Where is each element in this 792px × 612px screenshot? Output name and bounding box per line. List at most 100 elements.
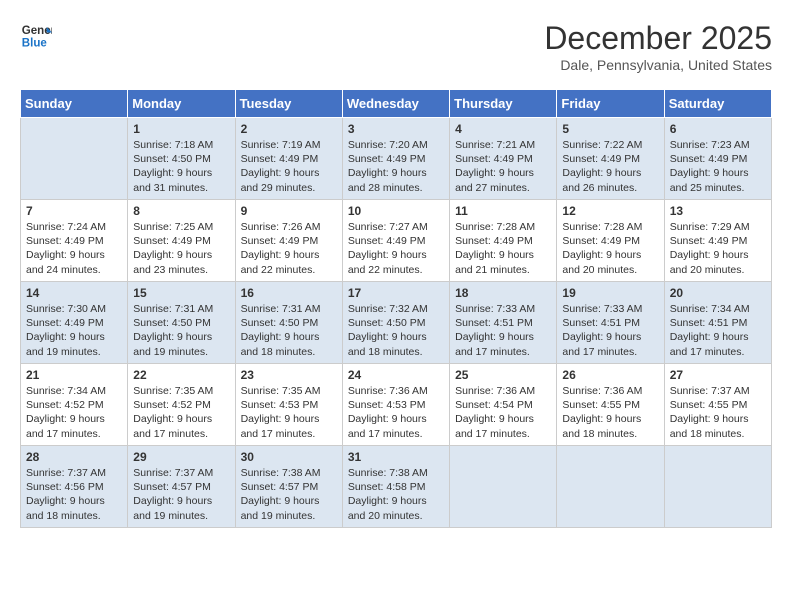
cell-content: Sunrise: 7:31 AM Sunset: 4:50 PM Dayligh… (241, 302, 337, 359)
cell-content: Sunrise: 7:37 AM Sunset: 4:57 PM Dayligh… (133, 466, 229, 523)
day-number: 27 (670, 368, 766, 382)
calendar-cell: 4 Sunrise: 7:21 AM Sunset: 4:49 PM Daylig… (450, 118, 557, 200)
cell-content: Sunrise: 7:21 AM Sunset: 4:49 PM Dayligh… (455, 138, 551, 195)
calendar-cell: 31 Sunrise: 7:38 AM Sunset: 4:58 PM Dayli… (342, 446, 449, 528)
day-header-wednesday: Wednesday (342, 90, 449, 118)
cell-content: Sunrise: 7:35 AM Sunset: 4:52 PM Dayligh… (133, 384, 229, 441)
day-number: 24 (348, 368, 444, 382)
day-header-tuesday: Tuesday (235, 90, 342, 118)
day-number: 31 (348, 450, 444, 464)
day-number: 23 (241, 368, 337, 382)
cell-content: Sunrise: 7:28 AM Sunset: 4:49 PM Dayligh… (562, 220, 658, 277)
calendar-cell: 10 Sunrise: 7:27 AM Sunset: 4:49 PM Dayli… (342, 200, 449, 282)
calendar-cell: 2 Sunrise: 7:19 AM Sunset: 4:49 PM Daylig… (235, 118, 342, 200)
cell-content: Sunrise: 7:33 AM Sunset: 4:51 PM Dayligh… (562, 302, 658, 359)
cell-content: Sunrise: 7:36 AM Sunset: 4:55 PM Dayligh… (562, 384, 658, 441)
day-number: 10 (348, 204, 444, 218)
cell-content: Sunrise: 7:28 AM Sunset: 4:49 PM Dayligh… (455, 220, 551, 277)
week-row: 1 Sunrise: 7:18 AM Sunset: 4:50 PM Daylig… (21, 118, 772, 200)
cell-content: Sunrise: 7:36 AM Sunset: 4:54 PM Dayligh… (455, 384, 551, 441)
cell-content: Sunrise: 7:18 AM Sunset: 4:50 PM Dayligh… (133, 138, 229, 195)
day-number: 21 (26, 368, 122, 382)
cell-content: Sunrise: 7:38 AM Sunset: 4:57 PM Dayligh… (241, 466, 337, 523)
cell-content: Sunrise: 7:19 AM Sunset: 4:49 PM Dayligh… (241, 138, 337, 195)
day-number: 13 (670, 204, 766, 218)
calendar-table: SundayMondayTuesdayWednesdayThursdayFrid… (20, 89, 772, 528)
calendar-cell: 29 Sunrise: 7:37 AM Sunset: 4:57 PM Dayli… (128, 446, 235, 528)
day-number: 5 (562, 122, 658, 136)
cell-content: Sunrise: 7:34 AM Sunset: 4:52 PM Dayligh… (26, 384, 122, 441)
cell-content: Sunrise: 7:33 AM Sunset: 4:51 PM Dayligh… (455, 302, 551, 359)
cell-content: Sunrise: 7:37 AM Sunset: 4:55 PM Dayligh… (670, 384, 766, 441)
day-number: 22 (133, 368, 229, 382)
day-number: 1 (133, 122, 229, 136)
day-number: 14 (26, 286, 122, 300)
week-row: 14 Sunrise: 7:30 AM Sunset: 4:49 PM Dayli… (21, 282, 772, 364)
calendar-cell: 19Sunrise: 7:33 AM Sunset: 4:51 PM Dayli… (557, 282, 664, 364)
day-number: 3 (348, 122, 444, 136)
title-block: December 2025 Dale, Pennsylvania, United… (544, 20, 772, 73)
day-number: 15 (133, 286, 229, 300)
cell-content: Sunrise: 7:32 AM Sunset: 4:50 PM Dayligh… (348, 302, 444, 359)
day-number: 7 (26, 204, 122, 218)
week-row: 28Sunrise: 7:37 AM Sunset: 4:56 PM Dayli… (21, 446, 772, 528)
calendar-cell: 16 Sunrise: 7:31 AM Sunset: 4:50 PM Dayli… (235, 282, 342, 364)
day-header-thursday: Thursday (450, 90, 557, 118)
day-number: 2 (241, 122, 337, 136)
calendar-cell: 26 Sunrise: 7:36 AM Sunset: 4:55 PM Dayli… (557, 364, 664, 446)
day-number: 17 (348, 286, 444, 300)
day-number: 30 (241, 450, 337, 464)
day-number: 26 (562, 368, 658, 382)
week-row: 21 Sunrise: 7:34 AM Sunset: 4:52 PM Dayli… (21, 364, 772, 446)
day-number: 9 (241, 204, 337, 218)
day-header-friday: Friday (557, 90, 664, 118)
cell-content: Sunrise: 7:26 AM Sunset: 4:49 PM Dayligh… (241, 220, 337, 277)
location-label: Dale, Pennsylvania, United States (544, 57, 772, 73)
day-header-saturday: Saturday (664, 90, 771, 118)
day-number: 11 (455, 204, 551, 218)
day-number: 4 (455, 122, 551, 136)
calendar-cell: 30 Sunrise: 7:38 AM Sunset: 4:57 PM Dayli… (235, 446, 342, 528)
calendar-cell (557, 446, 664, 528)
page-header: General Blue December 2025 Dale, Pennsyl… (20, 20, 772, 73)
calendar-cell: 14 Sunrise: 7:30 AM Sunset: 4:49 PM Dayli… (21, 282, 128, 364)
cell-content: Sunrise: 7:35 AM Sunset: 4:53 PM Dayligh… (241, 384, 337, 441)
calendar-cell: 3 Sunrise: 7:20 AM Sunset: 4:49 PM Daylig… (342, 118, 449, 200)
calendar-cell: 5 Sunrise: 7:22 AM Sunset: 4:49 PM Daylig… (557, 118, 664, 200)
cell-content: Sunrise: 7:30 AM Sunset: 4:49 PM Dayligh… (26, 302, 122, 359)
day-number: 16 (241, 286, 337, 300)
cell-content: Sunrise: 7:29 AM Sunset: 4:49 PM Dayligh… (670, 220, 766, 277)
day-header-monday: Monday (128, 90, 235, 118)
day-number: 18 (455, 286, 551, 300)
calendar-cell: 15 Sunrise: 7:31 AM Sunset: 4:50 PM Dayli… (128, 282, 235, 364)
calendar-cell (664, 446, 771, 528)
day-number: 20 (670, 286, 766, 300)
calendar-header: SundayMondayTuesdayWednesdayThursdayFrid… (21, 90, 772, 118)
cell-content: Sunrise: 7:25 AM Sunset: 4:49 PM Dayligh… (133, 220, 229, 277)
calendar-cell: 28Sunrise: 7:37 AM Sunset: 4:56 PM Dayli… (21, 446, 128, 528)
calendar-cell: 13 Sunrise: 7:29 AM Sunset: 4:49 PM Dayli… (664, 200, 771, 282)
calendar-cell: 20Sunrise: 7:34 AM Sunset: 4:51 PM Dayli… (664, 282, 771, 364)
calendar-cell: 6Sunrise: 7:23 AM Sunset: 4:49 PM Daylig… (664, 118, 771, 200)
calendar-cell: 24 Sunrise: 7:36 AM Sunset: 4:53 PM Dayli… (342, 364, 449, 446)
cell-content: Sunrise: 7:22 AM Sunset: 4:49 PM Dayligh… (562, 138, 658, 195)
day-number: 28 (26, 450, 122, 464)
day-number: 29 (133, 450, 229, 464)
week-row: 7Sunrise: 7:24 AM Sunset: 4:49 PM Daylig… (21, 200, 772, 282)
calendar-cell: 7Sunrise: 7:24 AM Sunset: 4:49 PM Daylig… (21, 200, 128, 282)
calendar-cell (21, 118, 128, 200)
logo: General Blue (20, 20, 52, 52)
cell-content: Sunrise: 7:38 AM Sunset: 4:58 PM Dayligh… (348, 466, 444, 523)
calendar-cell: 1 Sunrise: 7:18 AM Sunset: 4:50 PM Daylig… (128, 118, 235, 200)
calendar-cell: 17 Sunrise: 7:32 AM Sunset: 4:50 PM Dayli… (342, 282, 449, 364)
month-title: December 2025 (544, 20, 772, 57)
logo-icon: General Blue (20, 20, 52, 52)
calendar-cell: 25Sunrise: 7:36 AM Sunset: 4:54 PM Dayli… (450, 364, 557, 446)
calendar-cell: 12Sunrise: 7:28 AM Sunset: 4:49 PM Dayli… (557, 200, 664, 282)
day-number: 6 (670, 122, 766, 136)
cell-content: Sunrise: 7:27 AM Sunset: 4:49 PM Dayligh… (348, 220, 444, 277)
calendar-cell: 27 Sunrise: 7:37 AM Sunset: 4:55 PM Dayli… (664, 364, 771, 446)
cell-content: Sunrise: 7:20 AM Sunset: 4:49 PM Dayligh… (348, 138, 444, 195)
cell-content: Sunrise: 7:36 AM Sunset: 4:53 PM Dayligh… (348, 384, 444, 441)
cell-content: Sunrise: 7:31 AM Sunset: 4:50 PM Dayligh… (133, 302, 229, 359)
